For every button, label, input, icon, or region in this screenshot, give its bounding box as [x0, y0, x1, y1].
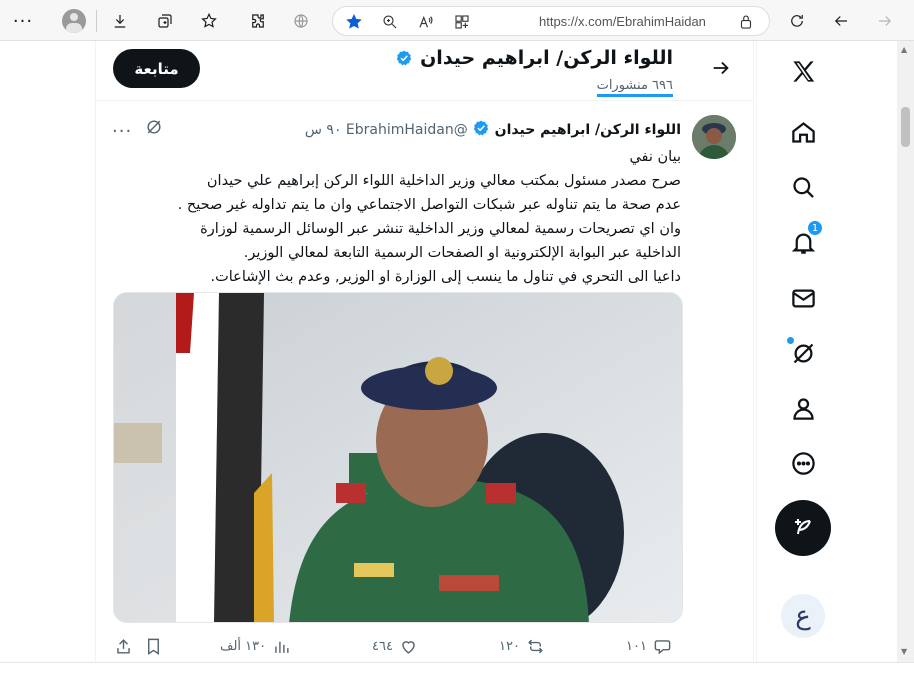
tweet-text: بيان نفي صرح مصدر مسئول بمكتب معالي وزير… — [101, 145, 681, 289]
repost-icon — [528, 639, 543, 654]
globe-icon[interactable] — [288, 8, 314, 34]
repost-count: ١٢٠ — [499, 639, 520, 654]
tweet-line: الداخلية عبر البوابة الإلكترونية او الصف… — [243, 245, 681, 261]
tweet-line: وان اي تصريحات رسمية لمعالي وزير الداخلي… — [200, 221, 681, 237]
url-text[interactable]: https://x.com/EbrahimHaidan — [539, 14, 706, 29]
main-column: اللواء الركن/ ابراهيم حيدان ٦٩٦ منشورات … — [95, 41, 754, 662]
reply-button[interactable]: ١٠١ — [626, 637, 672, 656]
heart-icon — [402, 641, 415, 654]
app-available-icon[interactable] — [453, 13, 471, 31]
views-count: ١٣٠ ألف — [220, 639, 267, 654]
share-button[interactable] — [114, 637, 133, 656]
side-navigation: 1 ع — [756, 41, 897, 662]
new-dot — [787, 337, 794, 344]
avatar[interactable] — [692, 115, 736, 159]
notifications-badge: 1 — [807, 220, 823, 236]
downloads-icon[interactable] — [107, 8, 133, 34]
follow-button[interactable]: متابعة — [113, 49, 200, 88]
tweet-more-icon[interactable]: ··· — [112, 121, 132, 142]
views-icon — [275, 641, 289, 653]
profile-header: اللواء الركن/ ابراهيم حيدان ٦٩٦ منشورات … — [96, 41, 753, 101]
tweet-line: عدم صحة ما يتم تناوله عبر شبكات التواصل … — [177, 197, 681, 213]
reply-icon — [654, 640, 671, 655]
repost-button[interactable]: ١٢٠ — [499, 637, 545, 656]
back-icon[interactable] — [828, 8, 854, 34]
favorite-star-icon[interactable] — [345, 13, 363, 35]
forward-icon — [872, 8, 898, 34]
views-button[interactable]: ١٣٠ ألف — [220, 637, 291, 656]
share-icon — [117, 639, 130, 654]
search-icon[interactable] — [785, 169, 821, 205]
scroll-down-icon[interactable]: ▼ — [901, 647, 907, 656]
refresh-icon[interactable] — [784, 8, 810, 34]
scroll-thumb[interactable] — [901, 107, 910, 147]
tweet-handle[interactable]: @EbrahimHaidan — [346, 122, 468, 138]
extensions-icon[interactable] — [245, 8, 271, 34]
tweet-author-name[interactable]: اللواء الركن/ ابراهيم حيدان — [495, 122, 681, 138]
address-bar[interactable]: https://x.com/EbrahimHaidan — [332, 6, 770, 36]
messages-icon[interactable] — [785, 280, 821, 316]
posts-count[interactable]: ٦٩٦ منشورات — [596, 78, 673, 97]
verified-badge-icon — [397, 50, 412, 66]
reply-count: ١٠١ — [626, 639, 647, 654]
tweet-line: صرح مصدر مسئول بمكتب معالي وزير الداخلية… — [206, 173, 681, 189]
back-arrow-icon[interactable] — [710, 57, 736, 83]
tweet-header: اللواء الركن/ ابراهيم حيدان @EbrahimHaid… — [305, 119, 681, 138]
favorites-icon[interactable] — [196, 8, 222, 34]
scroll-up-icon[interactable]: ▲ — [901, 45, 907, 54]
tweet-actions: ١٠١ ١٢٠ ٤٦٤ ١٣٠ ألف — [96, 637, 753, 661]
profile-title: اللواء الركن/ ابراهيم حيدان — [395, 47, 673, 69]
feather-plus-icon — [795, 519, 811, 535]
grok-icon[interactable] — [144, 117, 164, 137]
browser-toolbar: ··· https://x.com/EbrahimHaidan — [0, 0, 914, 41]
tweet-image[interactable] — [113, 292, 683, 623]
tweet-time[interactable]: ٩٠ س — [305, 122, 342, 138]
account-logo[interactable]: ع — [781, 594, 825, 638]
profile-icon[interactable] — [61, 8, 87, 34]
profile-nav-icon[interactable] — [785, 390, 821, 426]
bookmark-button[interactable] — [144, 637, 163, 656]
toolbar-divider — [96, 10, 97, 32]
tweet-line: داعيا الى التحري في تناول ما ينسب إلى ال… — [210, 269, 682, 285]
like-count: ٤٦٤ — [372, 639, 393, 654]
zoom-icon[interactable] — [381, 13, 399, 31]
profile-name: اللواء الركن/ ابراهيم حيدان — [420, 47, 673, 69]
grok-nav-icon[interactable] — [785, 335, 821, 371]
bottom-strip — [0, 662, 914, 696]
read-aloud-icon[interactable] — [417, 13, 435, 31]
collections-icon[interactable] — [152, 8, 178, 34]
compose-post-button[interactable] — [775, 500, 831, 556]
more-icon[interactable]: ··· — [10, 8, 36, 34]
tweet-line: بيان نفي — [629, 149, 681, 165]
more-options-icon[interactable] — [785, 445, 821, 481]
lock-icon[interactable] — [737, 13, 755, 31]
home-icon[interactable] — [785, 114, 821, 150]
like-button[interactable]: ٤٦٤ — [372, 637, 418, 656]
x-logo-icon[interactable] — [785, 53, 821, 89]
bookmark-icon — [148, 638, 159, 655]
notifications-icon[interactable]: 1 — [785, 220, 823, 260]
verified-badge-icon — [473, 120, 489, 136]
page-scrollbar[interactable]: ▲ ▼ — [897, 41, 914, 662]
